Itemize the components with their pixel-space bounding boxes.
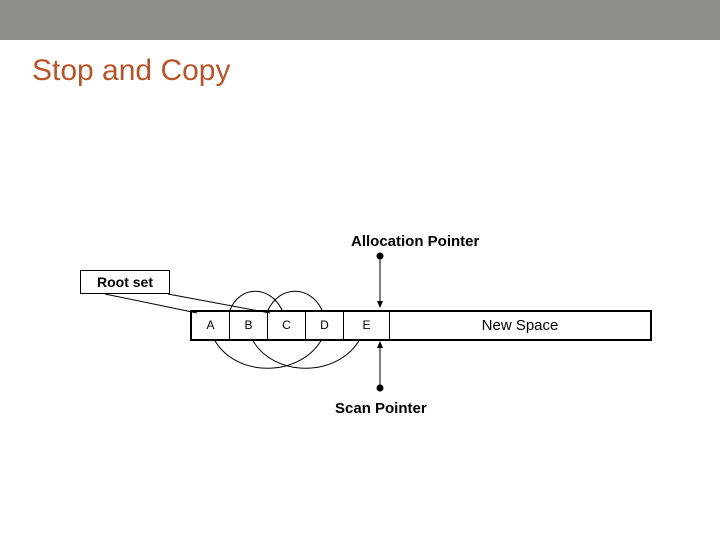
diagram-area: Allocation Pointer Root set A B C D E Ne…: [0, 0, 720, 540]
connectors: [0, 0, 720, 540]
